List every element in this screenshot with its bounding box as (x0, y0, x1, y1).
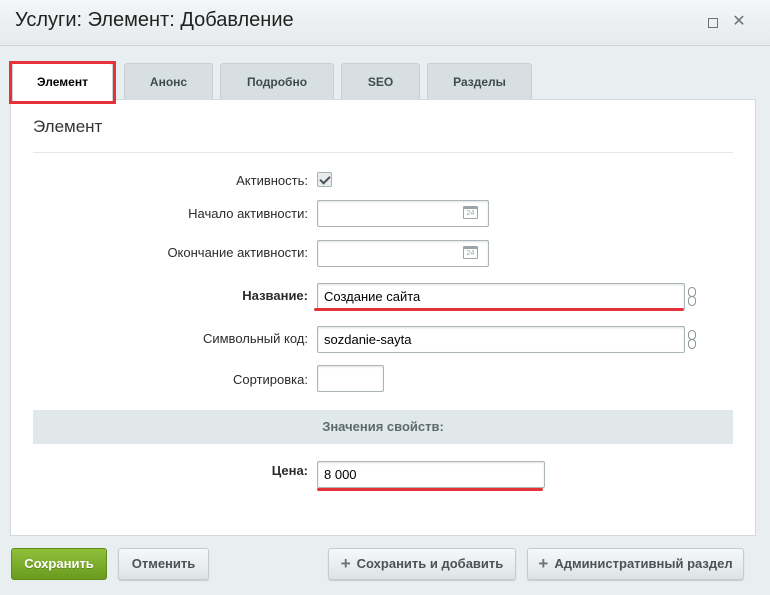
plus-icon: + (340, 554, 351, 573)
name-underline (314, 308, 684, 311)
admin-section-button[interactable]: + Административный раздел (527, 548, 744, 580)
window-titlebar: Услуги: Элемент: Добавление ✕ (0, 0, 770, 46)
name-label: Название: (242, 288, 308, 303)
link-icon[interactable] (688, 287, 696, 307)
maximize-icon[interactable] (704, 14, 720, 30)
tab-seo[interactable]: SEO (341, 63, 420, 100)
save-and-add-label: Сохранить и добавить (356, 556, 504, 571)
price-label: Цена: (271, 463, 308, 478)
code-input[interactable]: sozdanie-sayta (317, 326, 685, 353)
tab-anons[interactable]: Анонс (124, 63, 213, 100)
link-icon[interactable] (688, 330, 696, 350)
start-date-label: Начало активности: (188, 206, 308, 221)
code-label: Символьный код: (202, 331, 308, 346)
properties-header: Значения свойств: (33, 410, 733, 444)
calendar-icon[interactable]: 24 (463, 206, 478, 219)
active-checkbox[interactable] (317, 172, 332, 187)
section-title: Элемент (33, 117, 103, 136)
window-title: Услуги: Элемент: Добавление (15, 9, 294, 31)
sort-input[interactable] (317, 365, 384, 392)
admin-section-label: Административный раздел (554, 556, 733, 571)
tab-sections[interactable]: Разделы (427, 63, 532, 100)
plus-icon: + (538, 554, 549, 573)
save-button[interactable]: Сохранить (11, 548, 107, 580)
close-icon[interactable]: ✕ (731, 14, 747, 30)
price-underline (317, 488, 543, 491)
tab-element[interactable]: Элемент (12, 63, 113, 103)
tab-details[interactable]: Подробно (220, 63, 334, 100)
price-input[interactable]: 8 000 (317, 461, 545, 488)
sort-label: Сортировка: (233, 372, 308, 387)
end-date-label: Окончание активности: (167, 245, 308, 260)
cancel-button[interactable]: Отменить (118, 548, 209, 580)
name-input[interactable]: Создание сайта (317, 283, 685, 310)
calendar-icon[interactable]: 24 (463, 246, 478, 259)
active-label: Активность: (236, 173, 308, 188)
section-divider (33, 152, 733, 153)
save-and-add-button[interactable]: + Сохранить и добавить (328, 548, 516, 580)
